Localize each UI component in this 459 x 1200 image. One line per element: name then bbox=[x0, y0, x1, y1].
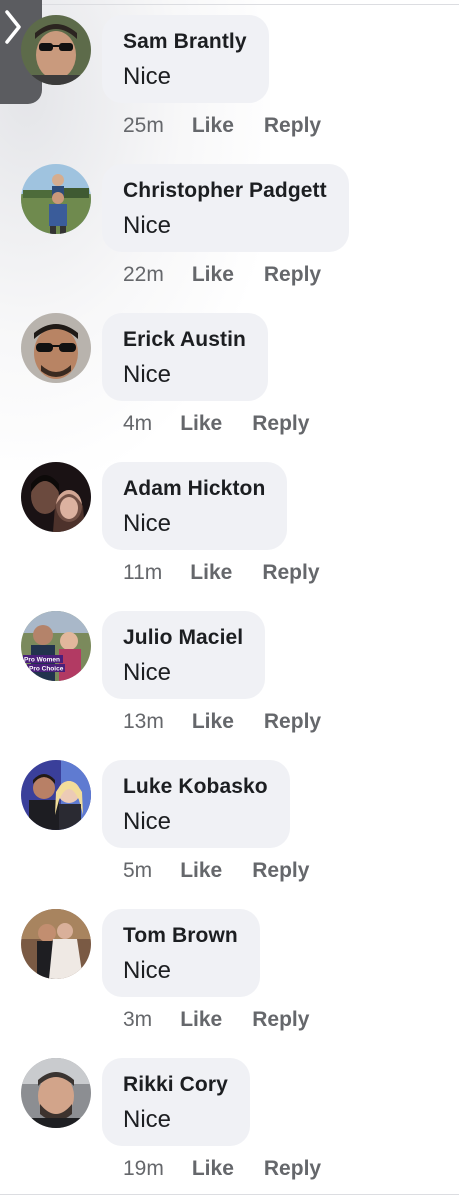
comment-bubble: Christopher Padgett Nice bbox=[102, 164, 349, 252]
avatar[interactable] bbox=[21, 909, 91, 979]
comment-actions: 11m Like Reply bbox=[123, 559, 350, 587]
comment-actions: 5m Like Reply bbox=[123, 857, 339, 885]
comment-text: Nice bbox=[123, 212, 172, 239]
comment-item: Christopher Padgett Nice 22m Like Reply bbox=[0, 149, 459, 298]
comment-timestamp[interactable]: 4m bbox=[123, 412, 152, 436]
like-button[interactable]: Like bbox=[180, 1008, 222, 1032]
reply-button[interactable]: Reply bbox=[252, 1008, 309, 1032]
comment-timestamp[interactable]: 19m bbox=[123, 1157, 164, 1181]
reply-button[interactable]: Reply bbox=[252, 412, 309, 436]
comment-author[interactable]: Christopher Padgett bbox=[123, 179, 327, 203]
comment-item: Adam Hickton Nice 11m Like Reply bbox=[0, 447, 459, 596]
like-button[interactable]: Like bbox=[190, 561, 232, 585]
comment-item: Erick Austin Nice 4m Like Reply bbox=[0, 298, 459, 447]
like-button[interactable]: Like bbox=[192, 1157, 234, 1181]
reply-button[interactable]: Reply bbox=[264, 1157, 321, 1181]
comment-text: Nice bbox=[123, 808, 172, 835]
avatar[interactable] bbox=[21, 760, 91, 830]
comment-text: Nice bbox=[123, 957, 172, 984]
avatar[interactable] bbox=[21, 313, 91, 383]
comment-author[interactable]: Erick Austin bbox=[123, 328, 246, 352]
avatar[interactable] bbox=[21, 164, 91, 234]
reply-button[interactable]: Reply bbox=[264, 710, 321, 734]
like-button[interactable]: Like bbox=[180, 859, 222, 883]
comment-actions: 3m Like Reply bbox=[123, 1006, 339, 1034]
reply-button[interactable]: Reply bbox=[264, 114, 321, 138]
comment-bubble: Luke Kobasko Nice bbox=[102, 760, 290, 848]
avatar[interactable]: Pro Women Pro Choice bbox=[21, 611, 91, 681]
comment-author[interactable]: Adam Hickton bbox=[123, 477, 265, 501]
reply-button[interactable]: Reply bbox=[262, 561, 319, 585]
avatar[interactable] bbox=[21, 1058, 91, 1128]
comment-item: Rikki Cory Nice 19m Like Reply bbox=[0, 1043, 459, 1192]
comment-text: Nice bbox=[123, 659, 172, 686]
comment-bubble: Erick Austin Nice bbox=[102, 313, 268, 401]
comment-item: Pro Women Pro Choice Julio Maciel Nice 1… bbox=[0, 596, 459, 745]
comment-bubble: Julio Maciel Nice bbox=[102, 611, 266, 699]
comment-bubble: Sam Brantly Nice bbox=[102, 15, 269, 103]
comment-timestamp[interactable]: 22m bbox=[123, 263, 164, 287]
comment-actions: 19m Like Reply bbox=[123, 1155, 351, 1183]
comment-actions: 25m Like Reply bbox=[123, 112, 351, 140]
avatar-text-line-2: Pro Choice bbox=[29, 666, 64, 673]
reply-button[interactable]: Reply bbox=[252, 859, 309, 883]
like-button[interactable]: Like bbox=[192, 710, 234, 734]
avatar[interactable] bbox=[21, 15, 91, 85]
comment-text: Nice bbox=[123, 1106, 172, 1133]
comment-timestamp[interactable]: 13m bbox=[123, 710, 164, 734]
comment-actions: 13m Like Reply bbox=[123, 708, 351, 736]
avatar-text-line-1: Pro Women bbox=[24, 657, 60, 664]
comment-timestamp[interactable]: 25m bbox=[123, 114, 164, 138]
like-button[interactable]: Like bbox=[192, 263, 234, 287]
comment-item: Sam Brantly Nice 25m Like Reply bbox=[0, 0, 459, 149]
comment-item: Luke Kobasko Nice 5m Like Reply bbox=[0, 745, 459, 894]
comment-actions: 4m Like Reply bbox=[123, 410, 339, 438]
comment-author[interactable]: Julio Maciel bbox=[123, 626, 243, 650]
comment-author[interactable]: Luke Kobasko bbox=[123, 775, 268, 799]
comment-timestamp[interactable]: 5m bbox=[123, 859, 152, 883]
comment-bubble: Tom Brown Nice bbox=[102, 909, 260, 997]
comment-actions: 22m Like Reply bbox=[123, 261, 351, 289]
comment-text: Nice bbox=[123, 510, 172, 537]
comment-text: Nice bbox=[123, 63, 172, 90]
comment-author[interactable]: Rikki Cory bbox=[123, 1073, 228, 1097]
like-button[interactable]: Like bbox=[180, 412, 222, 436]
comment-text: Nice bbox=[123, 361, 172, 388]
bottom-divider bbox=[0, 1194, 459, 1195]
comment-author[interactable]: Sam Brantly bbox=[123, 30, 247, 54]
comment-bubble: Adam Hickton Nice bbox=[102, 462, 288, 550]
reply-button[interactable]: Reply bbox=[264, 263, 321, 287]
comment-item: Tom Brown Nice 3m Like Reply bbox=[0, 894, 459, 1043]
comment-timestamp[interactable]: 11m bbox=[123, 561, 162, 585]
comment-author[interactable]: Tom Brown bbox=[123, 924, 238, 948]
avatar[interactable] bbox=[21, 462, 91, 532]
like-button[interactable]: Like bbox=[192, 114, 234, 138]
comment-bubble: Rikki Cory Nice bbox=[102, 1058, 250, 1146]
comment-timestamp[interactable]: 3m bbox=[123, 1008, 152, 1032]
